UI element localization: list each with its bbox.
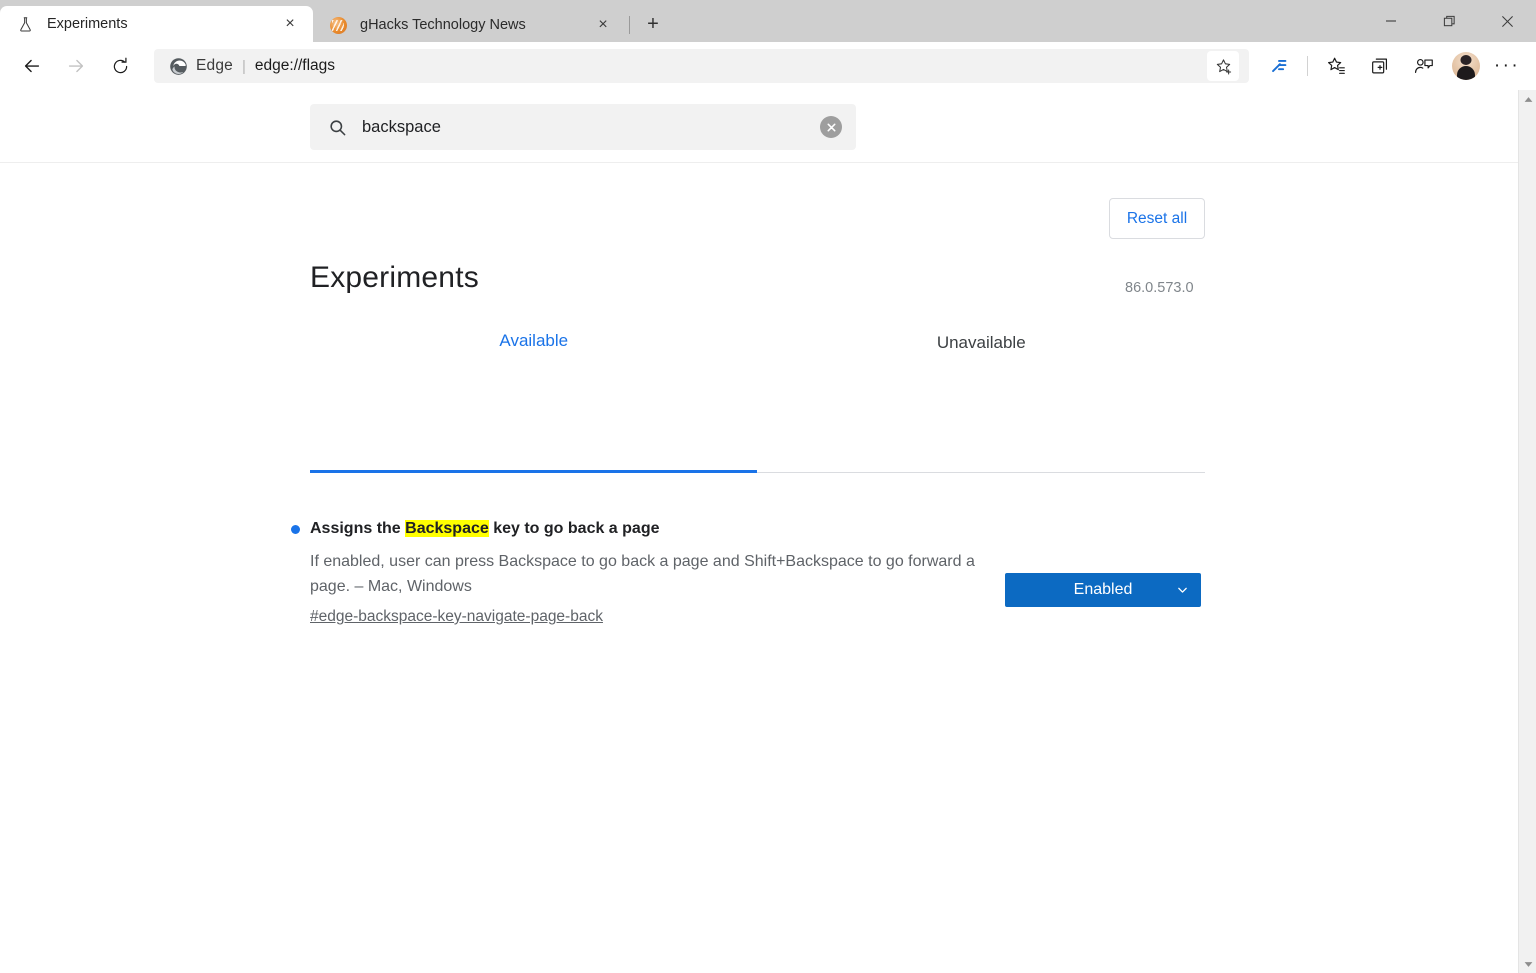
favorite-star-icon[interactable] — [1207, 51, 1239, 81]
url-scheme-label: Edge — [196, 57, 233, 74]
flag-status-dot — [291, 525, 300, 534]
flag-title: Assigns the Backspace key to go back a p… — [310, 518, 660, 540]
share-profile-icon[interactable] — [1405, 47, 1443, 85]
restore-button[interactable] — [1420, 0, 1478, 42]
edge-logo-icon — [168, 56, 188, 76]
flag-title-before: Assigns the — [310, 520, 406, 537]
toolbar-divider — [1307, 56, 1308, 76]
browser-tab-experiments[interactable]: Experiments × — [0, 6, 313, 42]
tab-available[interactable]: Available — [310, 331, 758, 381]
reset-all-button[interactable]: Reset all — [1109, 198, 1205, 239]
flag-title-highlight: Backspace — [405, 520, 489, 537]
chevron-down-icon — [1176, 584, 1189, 597]
tab-unavailable[interactable]: Unavailable — [758, 331, 1206, 381]
new-tab-button[interactable]: + — [636, 8, 670, 40]
flag-entry: Assigns the Backspace key to go back a p… — [291, 518, 1205, 626]
browser-tab-ghacks[interactable]: gHacks Technology News × — [313, 8, 626, 42]
collections-icon[interactable] — [1361, 47, 1399, 85]
scroll-up-icon[interactable] — [1519, 90, 1536, 108]
flask-icon — [16, 15, 34, 33]
settings-and-more-button[interactable]: ··· — [1488, 47, 1526, 85]
page-scrollbar[interactable] — [1518, 90, 1536, 973]
flags-tabs: Available Unavailable — [310, 331, 1205, 381]
scroll-down-icon[interactable] — [1519, 955, 1536, 973]
search-flags-box[interactable] — [310, 104, 856, 150]
back-button[interactable] — [12, 47, 52, 85]
favorites-icon[interactable] — [1317, 47, 1355, 85]
search-input[interactable] — [362, 117, 820, 137]
tab-strip: Experiments × gHacks Technology News × + — [0, 0, 1362, 42]
active-tab-indicator — [310, 470, 757, 473]
url-separator: | — [242, 57, 246, 75]
tab-close-icon[interactable]: × — [277, 11, 303, 37]
forward-button[interactable] — [56, 47, 96, 85]
flag-state-value: Enabled — [1073, 581, 1133, 598]
immersive-reader-icon[interactable] — [1260, 47, 1298, 85]
browser-toolbar: Edge | edge://flags ··· — [0, 42, 1536, 90]
search-icon — [326, 116, 348, 138]
flag-description: If enabled, user can press Backspace to … — [310, 553, 975, 595]
window-controls — [1362, 0, 1536, 42]
address-bar[interactable]: Edge | edge://flags — [154, 49, 1249, 83]
flags-search-header — [0, 90, 1518, 163]
ghacks-favicon — [329, 16, 347, 34]
tab-close-icon[interactable]: × — [590, 12, 616, 38]
flag-title-row: Assigns the Backspace key to go back a p… — [291, 518, 1205, 540]
close-button[interactable] — [1478, 0, 1536, 42]
avatar[interactable] — [1452, 52, 1480, 80]
clear-search-icon[interactable] — [820, 116, 842, 138]
flag-select-wrapper: Enabled — [1005, 573, 1201, 607]
version-label: 86.0.573.0 — [1125, 280, 1194, 296]
tab-title: gHacks Technology News — [360, 17, 526, 33]
tab-title: Experiments — [47, 16, 128, 32]
flag-permalink[interactable]: #edge-backspace-key-navigate-page-back — [310, 608, 603, 626]
refresh-button[interactable] — [100, 47, 140, 85]
flag-body: If enabled, user can press Backspace to … — [291, 549, 1205, 626]
tab-divider — [629, 16, 630, 34]
flags-tabs-underline — [310, 470, 1205, 473]
flag-state-select[interactable]: Enabled — [1005, 573, 1201, 607]
page-title: Experiments — [310, 261, 479, 294]
page-viewport: Reset all Experiments 86.0.573.0 Availab… — [0, 90, 1518, 973]
title-bar: Experiments × gHacks Technology News × + — [0, 0, 1536, 42]
url-text[interactable]: edge://flags — [255, 57, 1207, 75]
flag-title-after: key to go back a page — [488, 520, 660, 537]
flag-description-column: If enabled, user can press Backspace to … — [291, 549, 991, 626]
minimize-button[interactable] — [1362, 0, 1420, 42]
